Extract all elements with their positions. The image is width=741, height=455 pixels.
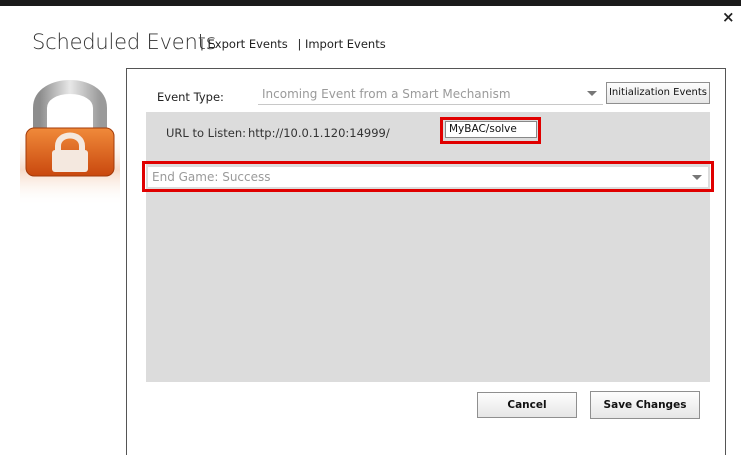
event-settings-area (146, 112, 710, 382)
window-top-border (0, 0, 741, 6)
padlock-icon (20, 66, 120, 206)
cancel-button[interactable]: Cancel (477, 392, 577, 418)
url-value: http://10.0.1.120:14999/ (248, 126, 390, 140)
initialization-events-button[interactable]: Initialization Events (606, 82, 710, 104)
import-events-link[interactable]: | Import Events (297, 37, 385, 51)
chevron-down-icon[interactable] (587, 91, 597, 96)
event-type-value: Incoming Event from a Smart Mechanism (262, 87, 511, 101)
close-icon[interactable]: × (722, 10, 735, 25)
event-type-label: Event Type: (157, 90, 224, 104)
save-changes-button[interactable]: Save Changes (590, 391, 700, 419)
header-links: | Export Events | Import Events (200, 37, 392, 51)
url-path-input[interactable]: MyBAC/solve (445, 121, 537, 138)
chevron-down-icon[interactable] (692, 175, 702, 180)
event-type-select[interactable]: Incoming Event from a Smart Mechanism (258, 83, 603, 105)
end-game-select[interactable]: End Game: Success (148, 167, 708, 187)
url-label: URL to Listen: (166, 126, 247, 140)
page-title: Scheduled Events (32, 30, 217, 54)
end-game-value: End Game: Success (152, 170, 271, 184)
export-events-link[interactable]: | Export Events (200, 37, 288, 51)
